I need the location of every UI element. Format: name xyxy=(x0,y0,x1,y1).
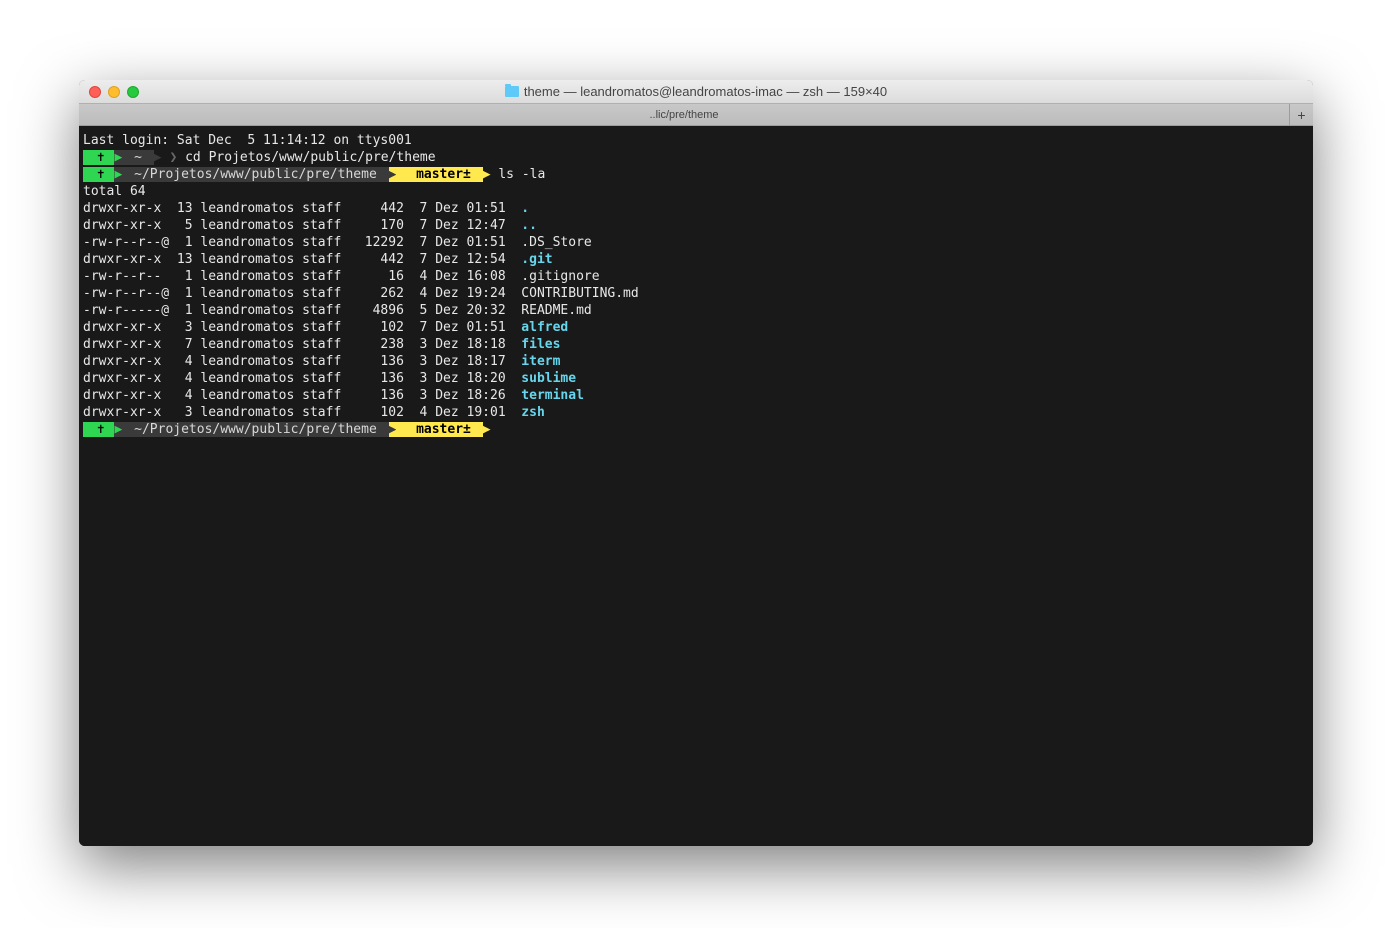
listing-meta: drwxr-xr-x 4 leandromatos staff 136 3 De… xyxy=(83,354,521,369)
listing-name: zsh xyxy=(521,405,544,420)
listing-row: drwxr-xr-x 5 leandromatos staff 170 7 De… xyxy=(83,217,1309,234)
listing-row: drwxr-xr-x 4 leandromatos staff 136 3 De… xyxy=(83,370,1309,387)
listing-row: -rw-r--r--@ 1 leandromatos staff 262 4 D… xyxy=(83,285,1309,302)
listing-meta: -rw-r--r-- 1 leandromatos staff 16 4 Dez… xyxy=(83,269,521,284)
listing-name: sublime xyxy=(521,371,576,386)
folder-icon xyxy=(505,86,519,97)
window-title: theme — leandromatos@leandromatos-imac —… xyxy=(89,84,1303,99)
listing-name: .DS_Store xyxy=(521,235,591,250)
listing-name: README.md xyxy=(521,303,591,318)
maximize-button[interactable] xyxy=(127,86,139,98)
listing-meta: drwxr-xr-x 3 leandromatos staff 102 7 De… xyxy=(83,320,521,335)
chevron-icon: ▶ xyxy=(483,167,491,182)
listing-meta: drwxr-xr-x 5 leandromatos staff 170 7 De… xyxy=(83,218,521,233)
listing-name: CONTRIBUTING.md xyxy=(521,286,638,301)
prompt-path: ~ xyxy=(122,150,153,165)
listing-row: drwxr-xr-x 4 leandromatos staff 136 3 De… xyxy=(83,353,1309,370)
listing-meta: drwxr-xr-x 4 leandromatos staff 136 3 De… xyxy=(83,388,521,403)
new-tab-button[interactable]: + xyxy=(1289,104,1313,126)
listing-name: .gitignore xyxy=(521,269,599,284)
prompt-anchor: ✝ xyxy=(83,422,114,437)
listing-name: iterm xyxy=(521,354,560,369)
listing-name: .git xyxy=(521,252,552,267)
git-branch: master± xyxy=(396,167,482,182)
listing-meta: drwxr-xr-x 7 leandromatos staff 238 3 De… xyxy=(83,337,521,352)
terminal-window: theme — leandromatos@leandromatos-imac —… xyxy=(79,80,1313,846)
listing-name: . xyxy=(521,201,529,216)
listing-row: drwxr-xr-x 13 leandromatos staff 442 7 D… xyxy=(83,200,1309,217)
listing-meta: drwxr-xr-x 13 leandromatos staff 442 7 D… xyxy=(83,201,521,216)
listing-name: files xyxy=(521,337,560,352)
last-login-line: Last login: Sat Dec 5 11:14:12 on ttys00… xyxy=(83,132,1309,149)
listing-name: alfred xyxy=(521,320,568,335)
prompt-path: ~/Projetos/www/public/pre/theme xyxy=(122,167,388,182)
prompt-path: ~/Projetos/www/public/pre/theme xyxy=(122,422,388,437)
titlebar: theme — leandromatos@leandromatos-imac —… xyxy=(79,80,1313,104)
close-button[interactable] xyxy=(89,86,101,98)
chevron-icon: ❯ xyxy=(169,150,177,165)
chevron-icon: ▶ xyxy=(483,422,491,437)
listing-row: drwxr-xr-x 7 leandromatos staff 238 3 De… xyxy=(83,336,1309,353)
listing-meta: drwxr-xr-x 3 leandromatos staff 102 4 De… xyxy=(83,405,521,420)
git-branch: master± xyxy=(396,422,482,437)
listing-meta: -rw-r--r--@ 1 leandromatos staff 12292 7… xyxy=(83,235,521,250)
prompt-anchor: ✝ xyxy=(83,167,114,182)
command-text: ls -la xyxy=(498,167,545,182)
listing-row: -rw-r-----@ 1 leandromatos staff 4896 5 … xyxy=(83,302,1309,319)
listing-row: drwxr-xr-x 3 leandromatos staff 102 7 De… xyxy=(83,319,1309,336)
total-line: total 64 xyxy=(83,183,1309,200)
command-text: cd Projetos/www/public/pre/theme xyxy=(185,150,435,165)
listing-name: .. xyxy=(521,218,537,233)
prompt-anchor: ✝ xyxy=(83,150,114,165)
terminal-body[interactable]: Last login: Sat Dec 5 11:14:12 on ttys00… xyxy=(79,126,1313,846)
prompt-line: ✝ ▶ ~/Projetos/www/public/pre/theme ▶ ma… xyxy=(83,421,1309,438)
listing-name: terminal xyxy=(521,388,584,403)
listing-meta: drwxr-xr-x 4 leandromatos staff 136 3 De… xyxy=(83,371,521,386)
chevron-icon: ▶ xyxy=(154,150,162,165)
listing-meta: -rw-r--r--@ 1 leandromatos staff 262 4 D… xyxy=(83,286,521,301)
listing-meta: drwxr-xr-x 13 leandromatos staff 442 7 D… xyxy=(83,252,521,267)
listing-meta: -rw-r-----@ 1 leandromatos staff 4896 5 … xyxy=(83,303,521,318)
prompt-line: ✝ ▶ ~ ▶ ❯ cd Projetos/www/public/pre/the… xyxy=(83,149,1309,166)
listing-row: drwxr-xr-x 13 leandromatos staff 442 7 D… xyxy=(83,251,1309,268)
traffic-lights xyxy=(89,86,139,98)
tab-bar: ..lic/pre/theme + xyxy=(79,104,1313,126)
prompt-line: ✝ ▶ ~/Projetos/www/public/pre/theme ▶ ma… xyxy=(83,166,1309,183)
listing-row: -rw-r--r-- 1 leandromatos staff 16 4 Dez… xyxy=(83,268,1309,285)
window-title-text: theme — leandromatos@leandromatos-imac —… xyxy=(524,84,887,99)
listing-row: drwxr-xr-x 4 leandromatos staff 136 3 De… xyxy=(83,387,1309,404)
listing-row: -rw-r--r--@ 1 leandromatos staff 12292 7… xyxy=(83,234,1309,251)
minimize-button[interactable] xyxy=(108,86,120,98)
listing-row: drwxr-xr-x 3 leandromatos staff 102 4 De… xyxy=(83,404,1309,421)
tab-theme[interactable]: ..lic/pre/theme xyxy=(79,109,1289,121)
